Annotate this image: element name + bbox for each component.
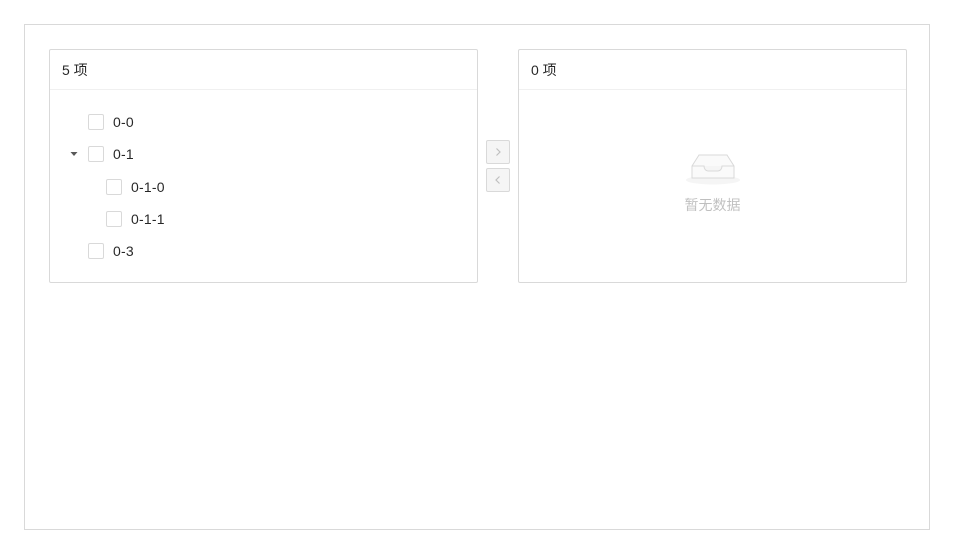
tree-node-title: 0-0	[113, 114, 134, 130]
move-to-left-button[interactable]	[486, 168, 510, 192]
tree-node-0-0[interactable]: 0-0	[88, 110, 134, 134]
source-item-count: 5 项	[62, 61, 88, 78]
tree-node-0-1-0[interactable]: 0-1-0	[106, 175, 165, 199]
tree-node-0-1[interactable]: 0-1	[69, 142, 134, 166]
source-list-header: 5 项	[50, 50, 477, 90]
empty-state: 暂无数据	[519, 150, 906, 215]
move-to-right-button[interactable]	[486, 140, 510, 164]
tree-node-title: 0-1-1	[131, 211, 165, 227]
target-list: 0 项 暂无数据	[518, 49, 907, 283]
tree-node-checkbox[interactable]	[106, 179, 122, 195]
left-arrow-icon	[495, 176, 500, 184]
right-arrow-icon	[496, 148, 501, 156]
source-list: 5 项 0-0 0-1 0-1-0 0-1-1 0-3	[49, 49, 478, 283]
tree-node-checkbox[interactable]	[88, 114, 104, 130]
tree-node-checkbox[interactable]	[88, 146, 104, 162]
target-list-header: 0 项	[519, 50, 906, 90]
tree-node-0-1-1[interactable]: 0-1-1	[106, 207, 165, 231]
target-item-count: 0 项	[531, 61, 557, 78]
tree-node-title: 0-3	[113, 243, 134, 259]
caret-down-icon[interactable]	[69, 149, 79, 159]
empty-description: 暂无数据	[684, 197, 741, 213]
tree-node-checkbox[interactable]	[88, 243, 104, 259]
tree-node-title: 0-1-0	[131, 179, 165, 195]
tree-node-checkbox[interactable]	[106, 211, 122, 227]
tree-node-0-3[interactable]: 0-3	[88, 239, 134, 263]
empty-inbox-icon	[684, 150, 742, 191]
tree-node-title: 0-1	[113, 146, 134, 162]
